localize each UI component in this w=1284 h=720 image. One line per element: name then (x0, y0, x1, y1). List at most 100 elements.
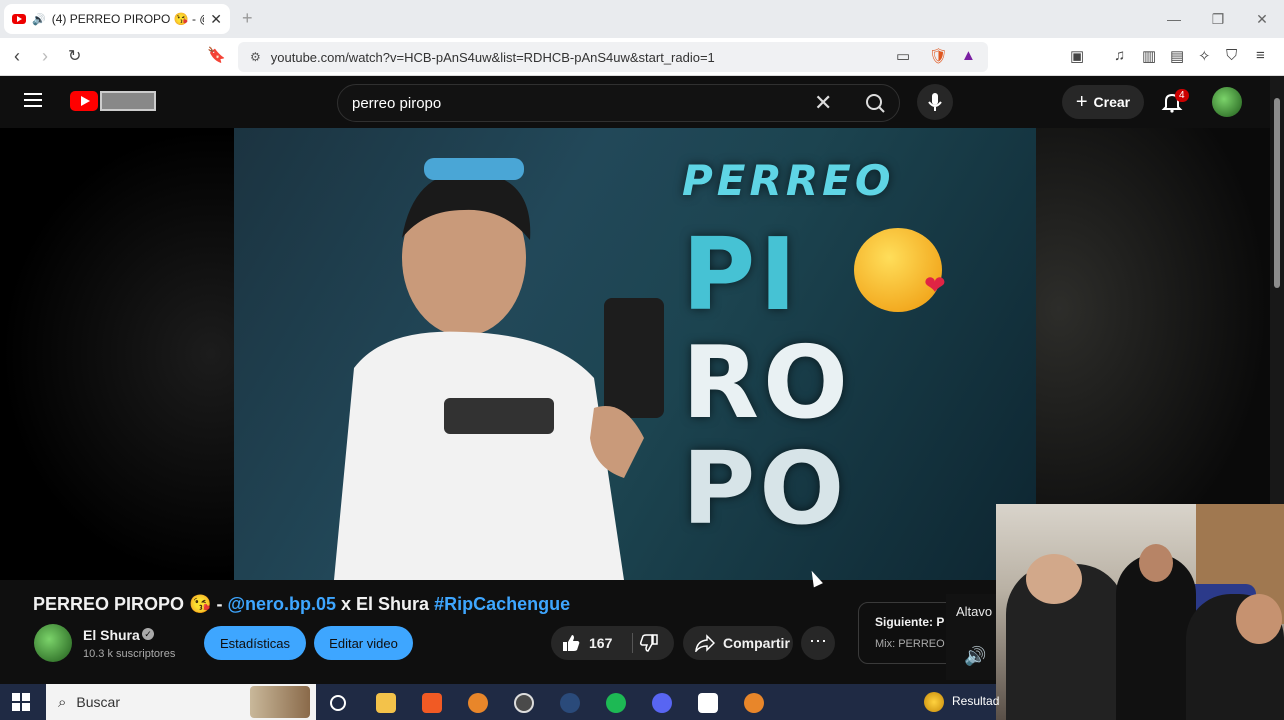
reload-icon[interactable]: ↻ (68, 46, 81, 66)
subscriber-count: 10.3 k suscriptores (83, 648, 176, 660)
mention-link[interactable]: @nero.bp.05 (227, 594, 336, 614)
notification-count-badge: 4 (1175, 89, 1189, 102)
create-button[interactable]: + Crear (1062, 85, 1144, 119)
menu-icon[interactable]: ≡ (1256, 47, 1265, 64)
speaker-tooltip: Altavo 🔊 (946, 594, 998, 680)
vpn-icon[interactable]: ⛉ (1226, 47, 1237, 64)
back-icon[interactable]: ‹ (14, 46, 20, 67)
discord-icon[interactable] (652, 693, 672, 713)
video-title: PERREO PIROPO 😘 - @nero.bp.05 x El Shura… (33, 594, 570, 615)
thumbnail-word-po: PO (682, 430, 849, 547)
window-close-icon[interactable]: ✕ (1240, 11, 1284, 28)
thumbs-down-icon[interactable] (639, 633, 659, 653)
hashtag-link[interactable]: #RipCachengue (434, 594, 570, 614)
rewards-icon[interactable]: ▲ (961, 47, 976, 64)
minimize-icon[interactable]: — (1152, 11, 1196, 27)
browser-tab-active[interactable]: 🔊 (4) PERREO PIROPO 😘 - @n ✕ (4, 4, 230, 34)
taskbar-search-input[interactable]: Buscar (76, 694, 120, 710)
share-arrow-icon (695, 634, 715, 652)
video-person-image (334, 158, 664, 580)
leo-ai-icon[interactable]: ✧ (1198, 47, 1211, 65)
webcam-overlay (996, 504, 1284, 720)
youtube-logo-icon[interactable] (70, 91, 98, 111)
like-count: 167 (589, 635, 613, 651)
heart-icon: ❤ (924, 270, 946, 300)
brave-shield-icon[interactable]: 🛡 (929, 47, 948, 65)
windows-taskbar: ⌕ Buscar Resultad (0, 684, 999, 720)
tab-title: (4) PERREO PIROPO 😘 - @n (51, 12, 205, 26)
taskbar-search-icon: ⌕ (58, 693, 67, 711)
forward-icon[interactable]: › (42, 46, 48, 67)
thumbnail-word-perreo: PERREO (682, 156, 895, 205)
search-icon (866, 94, 885, 113)
browser-tab-bar: 🔊 (4) PERREO PIROPO 😘 - @n ✕ + — ❐ ✕ (0, 0, 1284, 38)
hamburger-menu-icon[interactable] (24, 93, 42, 107)
obs-studio-icon[interactable] (514, 693, 534, 713)
search-box[interactable]: perreo piropo ✕ (337, 84, 900, 122)
webcam-face-3 (1236, 594, 1282, 644)
like-divider (632, 633, 633, 653)
webcam-face-2 (1139, 544, 1173, 582)
capcut-icon[interactable] (698, 693, 718, 713)
video-title-middle: x El Shura (336, 594, 435, 614)
taskbar-search-box[interactable]: ⌕ Buscar (46, 684, 316, 720)
wallet-icon[interactable]: ▤ (1170, 47, 1184, 65)
share-button[interactable]: Compartir (683, 626, 793, 660)
scrollbar-thumb[interactable] (1274, 98, 1280, 288)
voice-search-button[interactable] (917, 84, 953, 120)
webcam-face-1 (1026, 554, 1082, 604)
speaker-volume-icon[interactable]: 🔊 (964, 646, 986, 667)
url-text[interactable]: youtube.com/watch?v=HCB-pAnS4uw&list=RDH… (271, 50, 715, 65)
window-controls: — ❐ ✕ (1152, 0, 1284, 38)
more-actions-button[interactable]: ⋯ (801, 626, 835, 660)
edit-video-button[interactable]: Editar video (314, 626, 413, 660)
address-bar[interactable]: ⚙ youtube.com/watch?v=HCB-pAnS4uw&list=R… (238, 42, 988, 72)
media-icon[interactable]: ♫ (1114, 47, 1125, 64)
tab-close-icon[interactable]: ✕ (210, 11, 222, 28)
account-avatar[interactable] (1212, 87, 1242, 117)
sidebar-tabs-icon[interactable]: ▣ (1070, 47, 1084, 65)
spotify-icon[interactable] (606, 693, 626, 713)
file-explorer-icon[interactable] (376, 693, 396, 713)
tray-app-icon[interactable] (924, 692, 944, 712)
ambient-glow-left (0, 128, 234, 580)
next-video-subtitle: Mix: PERREO P (875, 638, 956, 650)
brave-browser-icon[interactable] (422, 693, 442, 713)
thumbnail-word-ro: RO (682, 324, 853, 441)
cast-icon[interactable]: ▭ (896, 47, 910, 65)
search-button[interactable] (852, 85, 900, 121)
youtube-favicon-icon (12, 14, 26, 24)
channel-avatar[interactable] (34, 624, 72, 662)
fl-studio-second-icon[interactable] (744, 693, 764, 713)
create-label: Crear (1093, 94, 1131, 110)
tray-results-text[interactable]: Resultad (952, 694, 999, 708)
like-dislike-bar: 167 (551, 626, 674, 660)
plus-icon: + (1075, 90, 1088, 113)
speaker-tooltip-text: Altavo (956, 604, 993, 619)
youtube-doodle-logo[interactable] (100, 91, 156, 111)
bookmark-icon[interactable]: 🔖 (207, 46, 226, 64)
microphone-icon (928, 93, 942, 111)
thumbs-up-icon[interactable] (561, 633, 581, 653)
verified-check-icon: ✓ (142, 628, 154, 640)
sidebar-icon[interactable]: ▥ (1142, 47, 1156, 65)
share-label: Compartir (723, 635, 790, 651)
video-frame[interactable]: PERREO PI RO PO ❤ (234, 128, 1036, 580)
restore-icon[interactable]: ❐ (1196, 11, 1240, 28)
browser-nav-bar: ‹ › ↻ 🔖 ⚙ youtube.com/watch?v=HCB-pAnS4u… (0, 38, 1284, 76)
clear-search-icon[interactable]: ✕ (814, 90, 832, 116)
channel-name[interactable]: El Shura (83, 627, 140, 643)
audio-playing-icon[interactable]: 🔊 (32, 13, 46, 26)
search-input[interactable]: perreo piropo (352, 95, 441, 112)
new-tab-button[interactable]: + (242, 8, 253, 29)
fl-studio-icon[interactable] (468, 693, 488, 713)
thumbnail-word-pi: PI (682, 216, 801, 333)
youtube-header: perreo piropo ✕ + Crear 4 (0, 76, 1270, 128)
windows-start-icon[interactable] (12, 693, 30, 711)
next-video-label: Siguiente: P (875, 615, 945, 629)
cortana-icon[interactable] (330, 695, 346, 711)
site-settings-icon[interactable]: ⚙ (250, 50, 261, 64)
steam-icon[interactable] (560, 693, 580, 713)
statistics-button[interactable]: Estadísticas (204, 626, 306, 660)
video-title-prefix: PERREO PIROPO 😘 - (33, 594, 228, 614)
